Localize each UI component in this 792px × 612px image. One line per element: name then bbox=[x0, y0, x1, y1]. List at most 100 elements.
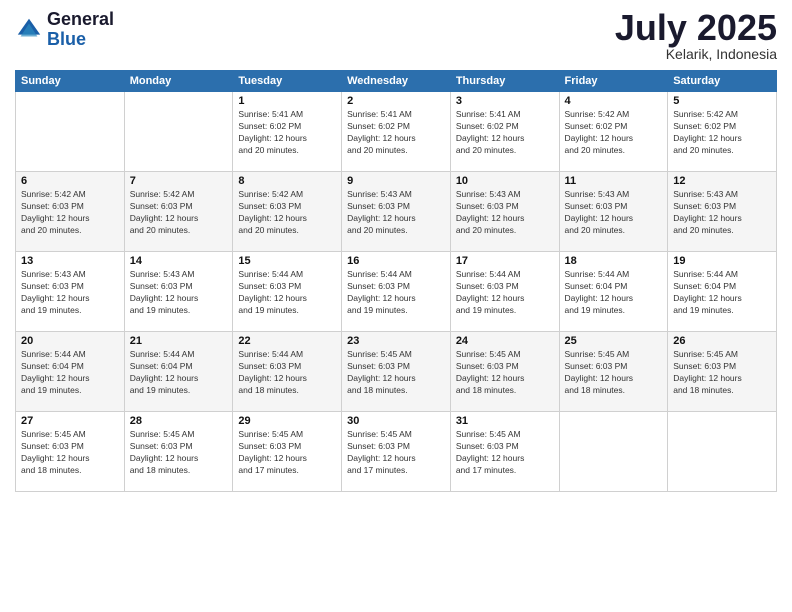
calendar-cell bbox=[668, 412, 777, 492]
day-info: Sunrise: 5:42 AM Sunset: 6:02 PM Dayligh… bbox=[673, 109, 771, 157]
day-info: Sunrise: 5:45 AM Sunset: 6:03 PM Dayligh… bbox=[238, 429, 336, 477]
logo-text: General Blue bbox=[47, 10, 114, 50]
calendar-cell: 15 Sunrise: 5:44 AM Sunset: 6:03 PM Dayli… bbox=[233, 252, 342, 332]
calendar-cell: 4 Sunrise: 5:42 AM Sunset: 6:02 PM Daylig… bbox=[559, 92, 668, 172]
calendar-cell: 21Sunrise: 5:44 AM Sunset: 6:04 PM Dayli… bbox=[124, 332, 233, 412]
calendar-cell bbox=[16, 92, 125, 172]
day-number: 6 bbox=[21, 175, 119, 187]
day-info: Sunrise: 5:43 AM Sunset: 6:03 PM Dayligh… bbox=[565, 189, 663, 237]
calendar-cell bbox=[124, 92, 233, 172]
calendar: SundayMondayTuesdayWednesdayThursdayFrid… bbox=[15, 70, 777, 492]
day-number: 29 bbox=[238, 415, 336, 427]
calendar-body: 1Sunrise: 5:41 AM Sunset: 6:02 PM Daylig… bbox=[16, 92, 777, 492]
day-number: 23 bbox=[347, 335, 445, 347]
location-title: Kelarik, Indonesia bbox=[615, 46, 777, 62]
day-number: 27 bbox=[21, 415, 119, 427]
calendar-cell: 10 Sunrise: 5:43 AM Sunset: 6:03 PM Dayli… bbox=[450, 172, 559, 252]
day-number: 14 bbox=[130, 255, 228, 267]
day-number: 11 bbox=[565, 175, 663, 187]
calendar-cell: 19 Sunrise: 5:44 AM Sunset: 6:04 PM Dayli… bbox=[668, 252, 777, 332]
day-number: 2 bbox=[347, 95, 445, 107]
month-title: July 2025 bbox=[615, 10, 777, 46]
day-info: Sunrise: 5:43 AM Sunset: 6:03 PM Dayligh… bbox=[673, 189, 771, 237]
weekday-header-monday: Monday bbox=[124, 71, 233, 92]
calendar-cell: 8Sunrise: 5:42 AM Sunset: 6:03 PM Daylig… bbox=[233, 172, 342, 252]
day-number: 25 bbox=[565, 335, 663, 347]
weekday-header-saturday: Saturday bbox=[668, 71, 777, 92]
day-info: Sunrise: 5:44 AM Sunset: 6:04 PM Dayligh… bbox=[565, 269, 663, 317]
day-info: Sunrise: 5:41 AM Sunset: 6:02 PM Dayligh… bbox=[456, 109, 554, 157]
day-number: 12 bbox=[673, 175, 771, 187]
day-number: 3 bbox=[456, 95, 554, 107]
day-info: Sunrise: 5:42 AM Sunset: 6:03 PM Dayligh… bbox=[238, 189, 336, 237]
day-number: 15 bbox=[238, 255, 336, 267]
day-info: Sunrise: 5:42 AM Sunset: 6:02 PM Dayligh… bbox=[565, 109, 663, 157]
day-info: Sunrise: 5:45 AM Sunset: 6:03 PM Dayligh… bbox=[130, 429, 228, 477]
day-number: 18 bbox=[565, 255, 663, 267]
day-info: Sunrise: 5:45 AM Sunset: 6:03 PM Dayligh… bbox=[347, 349, 445, 397]
day-number: 17 bbox=[456, 255, 554, 267]
day-info: Sunrise: 5:44 AM Sunset: 6:03 PM Dayligh… bbox=[238, 349, 336, 397]
day-info: Sunrise: 5:43 AM Sunset: 6:03 PM Dayligh… bbox=[456, 189, 554, 237]
day-info: Sunrise: 5:42 AM Sunset: 6:03 PM Dayligh… bbox=[130, 189, 228, 237]
calendar-cell: 1Sunrise: 5:41 AM Sunset: 6:02 PM Daylig… bbox=[233, 92, 342, 172]
day-info: Sunrise: 5:43 AM Sunset: 6:03 PM Dayligh… bbox=[130, 269, 228, 317]
calendar-cell: 26Sunrise: 5:45 AM Sunset: 6:03 PM Dayli… bbox=[668, 332, 777, 412]
day-info: Sunrise: 5:44 AM Sunset: 6:04 PM Dayligh… bbox=[21, 349, 119, 397]
calendar-cell: 7Sunrise: 5:42 AM Sunset: 6:03 PM Daylig… bbox=[124, 172, 233, 252]
calendar-cell: 2 Sunrise: 5:41 AM Sunset: 6:02 PM Daylig… bbox=[342, 92, 451, 172]
day-info: Sunrise: 5:44 AM Sunset: 6:04 PM Dayligh… bbox=[673, 269, 771, 317]
day-info: Sunrise: 5:44 AM Sunset: 6:03 PM Dayligh… bbox=[238, 269, 336, 317]
day-number: 22 bbox=[238, 335, 336, 347]
day-number: 4 bbox=[565, 95, 663, 107]
page: General Blue July 2025 Kelarik, Indonesi… bbox=[0, 0, 792, 612]
day-number: 20 bbox=[21, 335, 119, 347]
calendar-cell: 18 Sunrise: 5:44 AM Sunset: 6:04 PM Dayli… bbox=[559, 252, 668, 332]
day-info: Sunrise: 5:44 AM Sunset: 6:03 PM Dayligh… bbox=[456, 269, 554, 317]
calendar-cell: 30 Sunrise: 5:45 AM Sunset: 6:03 PM Dayli… bbox=[342, 412, 451, 492]
calendar-cell bbox=[559, 412, 668, 492]
weekday-header-sunday: Sunday bbox=[16, 71, 125, 92]
calendar-cell: 25 Sunrise: 5:45 AM Sunset: 6:03 PM Dayli… bbox=[559, 332, 668, 412]
day-info: Sunrise: 5:45 AM Sunset: 6:03 PM Dayligh… bbox=[456, 429, 554, 477]
day-info: Sunrise: 5:45 AM Sunset: 6:03 PM Dayligh… bbox=[565, 349, 663, 397]
day-number: 30 bbox=[347, 415, 445, 427]
calendar-cell: 22 Sunrise: 5:44 AM Sunset: 6:03 PM Dayli… bbox=[233, 332, 342, 412]
weekday-header-thursday: Thursday bbox=[450, 71, 559, 92]
day-info: Sunrise: 5:45 AM Sunset: 6:03 PM Dayligh… bbox=[456, 349, 554, 397]
calendar-cell: 16 Sunrise: 5:44 AM Sunset: 6:03 PM Dayli… bbox=[342, 252, 451, 332]
day-number: 31 bbox=[456, 415, 554, 427]
day-number: 19 bbox=[673, 255, 771, 267]
calendar-cell: 17 Sunrise: 5:44 AM Sunset: 6:03 PM Dayli… bbox=[450, 252, 559, 332]
calendar-cell: 20 Sunrise: 5:44 AM Sunset: 6:04 PM Dayli… bbox=[16, 332, 125, 412]
calendar-week-4: 20 Sunrise: 5:44 AM Sunset: 6:04 PM Dayli… bbox=[16, 332, 777, 412]
calendar-cell: 3 Sunrise: 5:41 AM Sunset: 6:02 PM Daylig… bbox=[450, 92, 559, 172]
calendar-cell: 11 Sunrise: 5:43 AM Sunset: 6:03 PM Dayli… bbox=[559, 172, 668, 252]
weekday-header-tuesday: Tuesday bbox=[233, 71, 342, 92]
day-info: Sunrise: 5:41 AM Sunset: 6:02 PM Dayligh… bbox=[238, 109, 336, 157]
day-info: Sunrise: 5:41 AM Sunset: 6:02 PM Dayligh… bbox=[347, 109, 445, 157]
day-number: 21 bbox=[130, 335, 228, 347]
calendar-week-3: 13 Sunrise: 5:43 AM Sunset: 6:03 PM Dayli… bbox=[16, 252, 777, 332]
day-number: 5 bbox=[673, 95, 771, 107]
logo-icon bbox=[15, 16, 43, 44]
day-info: Sunrise: 5:42 AM Sunset: 6:03 PM Dayligh… bbox=[21, 189, 119, 237]
day-info: Sunrise: 5:43 AM Sunset: 6:03 PM Dayligh… bbox=[21, 269, 119, 317]
calendar-cell: 14 Sunrise: 5:43 AM Sunset: 6:03 PM Dayli… bbox=[124, 252, 233, 332]
calendar-week-1: 1Sunrise: 5:41 AM Sunset: 6:02 PM Daylig… bbox=[16, 92, 777, 172]
day-number: 28 bbox=[130, 415, 228, 427]
calendar-cell: 6 Sunrise: 5:42 AM Sunset: 6:03 PM Daylig… bbox=[16, 172, 125, 252]
day-info: Sunrise: 5:44 AM Sunset: 6:03 PM Dayligh… bbox=[347, 269, 445, 317]
logo: General Blue bbox=[15, 10, 114, 50]
day-number: 9 bbox=[347, 175, 445, 187]
day-number: 16 bbox=[347, 255, 445, 267]
day-info: Sunrise: 5:45 AM Sunset: 6:03 PM Dayligh… bbox=[347, 429, 445, 477]
day-info: Sunrise: 5:45 AM Sunset: 6:03 PM Dayligh… bbox=[673, 349, 771, 397]
weekday-header-friday: Friday bbox=[559, 71, 668, 92]
calendar-cell: 13 Sunrise: 5:43 AM Sunset: 6:03 PM Dayli… bbox=[16, 252, 125, 332]
calendar-cell: 27Sunrise: 5:45 AM Sunset: 6:03 PM Dayli… bbox=[16, 412, 125, 492]
day-number: 13 bbox=[21, 255, 119, 267]
calendar-cell: 28 Sunrise: 5:45 AM Sunset: 6:03 PM Dayli… bbox=[124, 412, 233, 492]
calendar-cell: 5 Sunrise: 5:42 AM Sunset: 6:02 PM Daylig… bbox=[668, 92, 777, 172]
day-number: 10 bbox=[456, 175, 554, 187]
